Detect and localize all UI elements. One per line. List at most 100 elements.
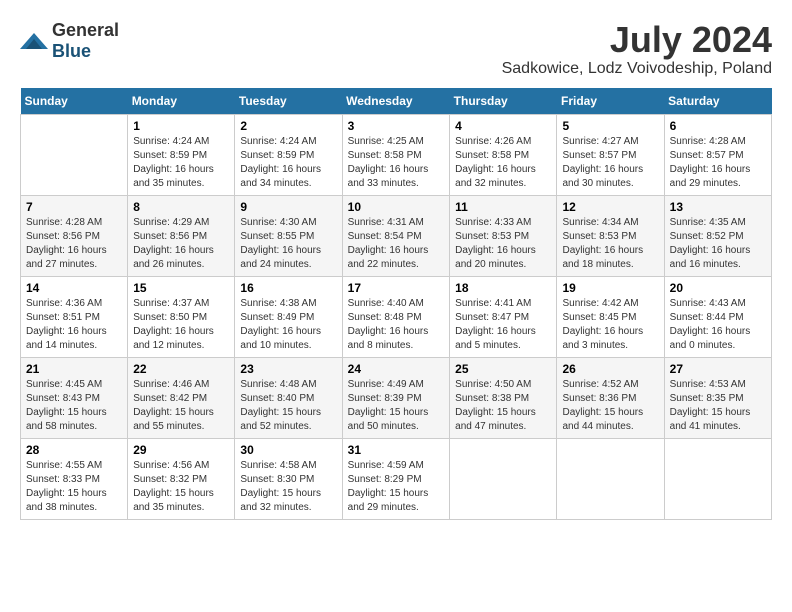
day-number: 29: [133, 443, 229, 457]
day-cell: 3Sunrise: 4:25 AM Sunset: 8:58 PM Daylig…: [342, 114, 450, 195]
week-row-1: 1 Sunrise: 4:24 AM Sunset: 8:59 PM Daylig…: [21, 114, 772, 195]
day-number: 17: [348, 281, 445, 295]
day-info: Sunrise: 4:38 AM Sunset: 8:49 PM Dayligh…: [240, 297, 336, 353]
day-number: 25: [455, 362, 551, 376]
day-cell: 17 Sunrise: 4:40 AM Sunset: 8:48 PM Dayli…: [342, 276, 450, 357]
day-cell: 27 Sunrise: 4:53 AM Sunset: 8:35 PM Dayli…: [664, 357, 771, 438]
day-cell: 13 Sunrise: 4:35 AM Sunset: 8:52 PM Dayli…: [664, 195, 771, 276]
calendar-table: SundayMondayTuesdayWednesdayThursdayFrid…: [20, 88, 772, 520]
day-cell: 23 Sunrise: 4:48 AM Sunset: 8:40 PM Dayli…: [235, 357, 342, 438]
day-info: Sunrise: 4:31 AM Sunset: 8:54 PM Dayligh…: [348, 216, 445, 272]
day-number: 2: [240, 119, 336, 133]
col-header-sunday: Sunday: [21, 88, 128, 115]
day-cell: 12 Sunrise: 4:34 AM Sunset: 8:53 PM Dayli…: [557, 195, 664, 276]
day-info: Sunrise: 4:33 AM Sunset: 8:53 PM Dayligh…: [455, 216, 551, 272]
header-row: SundayMondayTuesdayWednesdayThursdayFrid…: [21, 88, 772, 115]
day-info: Sunrise: 4:27 AM Sunset: 8:57 PM Dayligh…: [562, 135, 658, 191]
day-number: 7: [26, 200, 122, 214]
week-row-4: 21Sunrise: 4:45 AM Sunset: 8:43 PM Dayli…: [21, 357, 772, 438]
day-info: Sunrise: 4:58 AM Sunset: 8:30 PM Dayligh…: [240, 459, 336, 515]
day-cell: 15 Sunrise: 4:37 AM Sunset: 8:50 PM Dayli…: [128, 276, 235, 357]
week-row-5: 28 Sunrise: 4:55 AM Sunset: 8:33 PM Dayli…: [21, 438, 772, 519]
day-cell: 21Sunrise: 4:45 AM Sunset: 8:43 PM Dayli…: [21, 357, 128, 438]
day-info: Sunrise: 4:49 AM Sunset: 8:39 PM Dayligh…: [348, 378, 445, 434]
day-number: 14: [26, 281, 122, 295]
day-info: Sunrise: 4:29 AM Sunset: 8:56 PM Dayligh…: [133, 216, 229, 272]
day-number: 21: [26, 362, 122, 376]
day-info: Sunrise: 4:28 AM Sunset: 8:56 PM Dayligh…: [26, 216, 122, 272]
day-info: Sunrise: 4:42 AM Sunset: 8:45 PM Dayligh…: [562, 297, 658, 353]
day-info: Sunrise: 4:24 AM Sunset: 8:59 PM Dayligh…: [133, 135, 229, 191]
day-number: 20: [670, 281, 766, 295]
day-cell: [557, 438, 664, 519]
day-cell: 29Sunrise: 4:56 AM Sunset: 8:32 PM Dayli…: [128, 438, 235, 519]
day-cell: 19Sunrise: 4:42 AM Sunset: 8:45 PM Dayli…: [557, 276, 664, 357]
day-number: 6: [670, 119, 766, 133]
logo-blue: Blue: [52, 41, 91, 61]
col-header-thursday: Thursday: [450, 88, 557, 115]
col-header-monday: Monday: [128, 88, 235, 115]
day-cell: 11 Sunrise: 4:33 AM Sunset: 8:53 PM Dayli…: [450, 195, 557, 276]
day-cell: 14 Sunrise: 4:36 AM Sunset: 8:51 PM Dayli…: [21, 276, 128, 357]
col-header-friday: Friday: [557, 88, 664, 115]
day-info: Sunrise: 4:30 AM Sunset: 8:55 PM Dayligh…: [240, 216, 336, 272]
day-number: 31: [348, 443, 445, 457]
day-cell: [450, 438, 557, 519]
day-number: 8: [133, 200, 229, 214]
day-info: Sunrise: 4:50 AM Sunset: 8:38 PM Dayligh…: [455, 378, 551, 434]
day-cell: 2 Sunrise: 4:24 AM Sunset: 8:59 PM Daylig…: [235, 114, 342, 195]
day-info: Sunrise: 4:26 AM Sunset: 8:58 PM Dayligh…: [455, 135, 551, 191]
day-info: Sunrise: 4:35 AM Sunset: 8:52 PM Dayligh…: [670, 216, 766, 272]
day-info: Sunrise: 4:37 AM Sunset: 8:50 PM Dayligh…: [133, 297, 229, 353]
day-info: Sunrise: 4:40 AM Sunset: 8:48 PM Dayligh…: [348, 297, 445, 353]
day-number: 16: [240, 281, 336, 295]
day-info: Sunrise: 4:43 AM Sunset: 8:44 PM Dayligh…: [670, 297, 766, 353]
day-number: 13: [670, 200, 766, 214]
day-number: 28: [26, 443, 122, 457]
day-number: 26: [562, 362, 658, 376]
day-number: 4: [455, 119, 551, 133]
day-cell: 6Sunrise: 4:28 AM Sunset: 8:57 PM Daylig…: [664, 114, 771, 195]
day-number: 23: [240, 362, 336, 376]
day-cell: [21, 114, 128, 195]
day-info: Sunrise: 4:53 AM Sunset: 8:35 PM Dayligh…: [670, 378, 766, 434]
day-number: 11: [455, 200, 551, 214]
day-cell: 18Sunrise: 4:41 AM Sunset: 8:47 PM Dayli…: [450, 276, 557, 357]
day-number: 24: [348, 362, 445, 376]
day-cell: [664, 438, 771, 519]
day-number: 22: [133, 362, 229, 376]
col-header-wednesday: Wednesday: [342, 88, 450, 115]
day-cell: 22Sunrise: 4:46 AM Sunset: 8:42 PM Dayli…: [128, 357, 235, 438]
day-number: 15: [133, 281, 229, 295]
day-cell: 5Sunrise: 4:27 AM Sunset: 8:57 PM Daylig…: [557, 114, 664, 195]
day-cell: 4 Sunrise: 4:26 AM Sunset: 8:58 PM Daylig…: [450, 114, 557, 195]
col-header-tuesday: Tuesday: [235, 88, 342, 115]
day-info: Sunrise: 4:52 AM Sunset: 8:36 PM Dayligh…: [562, 378, 658, 434]
location-subtitle: Sadkowice, Lodz Voivodeship, Poland: [502, 60, 772, 78]
week-row-3: 14 Sunrise: 4:36 AM Sunset: 8:51 PM Dayli…: [21, 276, 772, 357]
day-cell: 24 Sunrise: 4:49 AM Sunset: 8:39 PM Dayli…: [342, 357, 450, 438]
page-header: General Blue July 2024 Sadkowice, Lodz V…: [20, 20, 772, 78]
logo-icon: [20, 29, 48, 53]
week-row-2: 7 Sunrise: 4:28 AM Sunset: 8:56 PM Daylig…: [21, 195, 772, 276]
day-cell: 28 Sunrise: 4:55 AM Sunset: 8:33 PM Dayli…: [21, 438, 128, 519]
day-cell: 26 Sunrise: 4:52 AM Sunset: 8:36 PM Dayli…: [557, 357, 664, 438]
title-section: July 2024 Sadkowice, Lodz Voivodeship, P…: [502, 20, 772, 78]
day-cell: 9Sunrise: 4:30 AM Sunset: 8:55 PM Daylig…: [235, 195, 342, 276]
day-info: Sunrise: 4:24 AM Sunset: 8:59 PM Dayligh…: [240, 135, 336, 191]
day-info: Sunrise: 4:55 AM Sunset: 8:33 PM Dayligh…: [26, 459, 122, 515]
day-info: Sunrise: 4:48 AM Sunset: 8:40 PM Dayligh…: [240, 378, 336, 434]
day-info: Sunrise: 4:36 AM Sunset: 8:51 PM Dayligh…: [26, 297, 122, 353]
day-number: 12: [562, 200, 658, 214]
logo: General Blue: [20, 20, 119, 62]
day-info: Sunrise: 4:41 AM Sunset: 8:47 PM Dayligh…: [455, 297, 551, 353]
day-number: 27: [670, 362, 766, 376]
day-cell: 31Sunrise: 4:59 AM Sunset: 8:29 PM Dayli…: [342, 438, 450, 519]
day-number: 1: [133, 119, 229, 133]
day-cell: 7 Sunrise: 4:28 AM Sunset: 8:56 PM Daylig…: [21, 195, 128, 276]
day-number: 10: [348, 200, 445, 214]
day-info: Sunrise: 4:34 AM Sunset: 8:53 PM Dayligh…: [562, 216, 658, 272]
day-cell: 10 Sunrise: 4:31 AM Sunset: 8:54 PM Dayli…: [342, 195, 450, 276]
day-cell: 30Sunrise: 4:58 AM Sunset: 8:30 PM Dayli…: [235, 438, 342, 519]
day-number: 3: [348, 119, 445, 133]
